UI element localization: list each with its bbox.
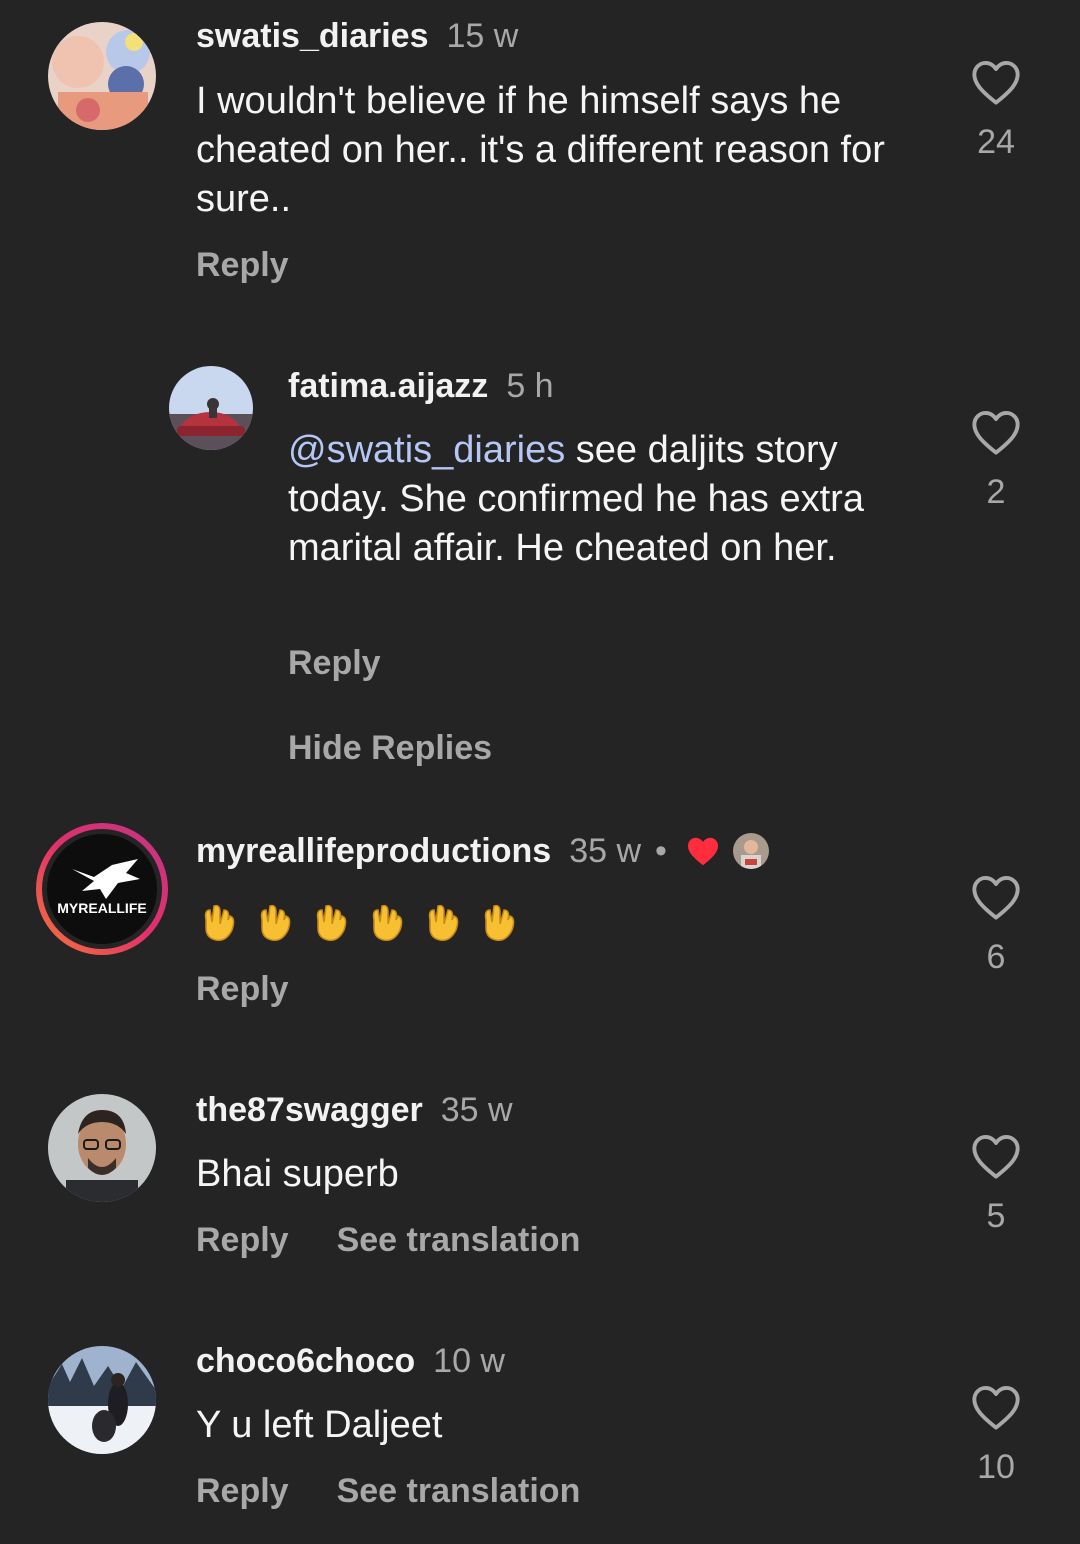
- like-control: 10: [966, 1383, 1026, 1487]
- username[interactable]: choco6choco: [196, 1342, 415, 1380]
- snow-landscape-avatar[interactable]: [48, 1346, 156, 1454]
- comment-choco6choco: choco6choco 10 w Y u left Daljeet Reply Se…: [0, 0, 1080, 1544]
- comment-text: Y u left Daljeet: [196, 1404, 443, 1446]
- like-count: 10: [977, 1448, 1015, 1486]
- comment-actions: Reply See translation: [196, 1471, 580, 1511]
- see-translation-button[interactable]: See translation: [337, 1472, 581, 1510]
- reply-button[interactable]: Reply: [196, 1472, 289, 1510]
- heart-outline-icon[interactable]: [970, 1383, 1022, 1431]
- timestamp: 10 w: [433, 1342, 505, 1380]
- comment-meta: choco6choco 10 w: [196, 1341, 505, 1381]
